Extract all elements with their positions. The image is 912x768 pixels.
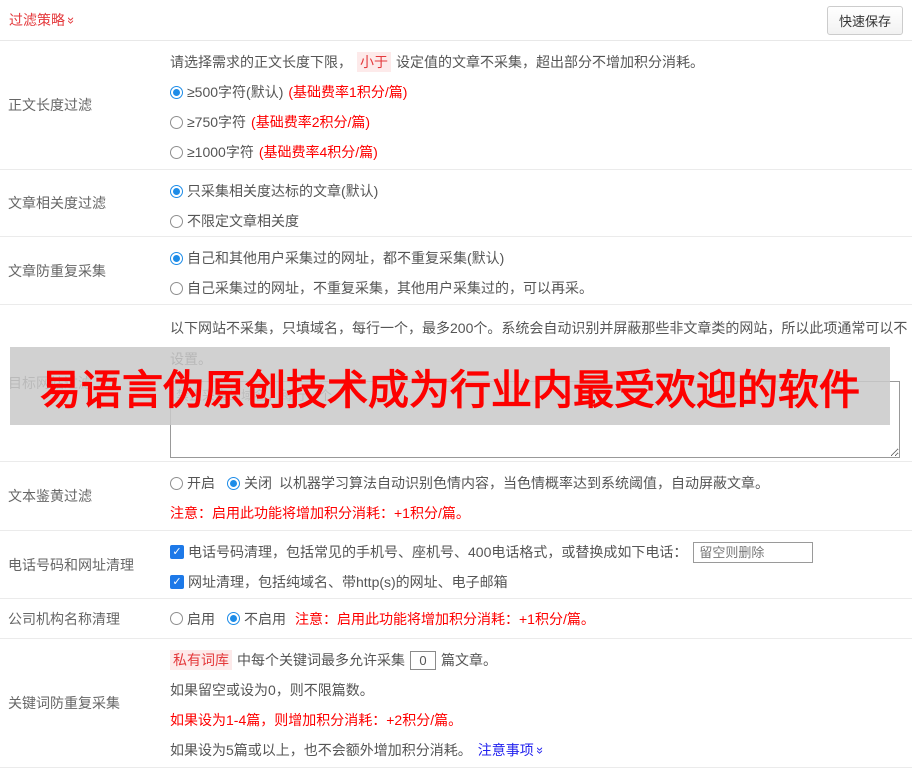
radio-icon[interactable] — [170, 214, 183, 228]
option-label: 自己和其他用户采集过的网址，都不重复采集(默认) — [187, 250, 505, 266]
radio-icon[interactable] — [170, 145, 183, 159]
dedup-option-self[interactable]: 自己采集过的网址，不重复采集，其他用户采集过的，可以再采。 — [170, 273, 908, 303]
row-label-porn-filter: 文本鉴黄过滤 — [8, 488, 92, 504]
porn-filter-desc: 以机器学习算法自动识别色情内容，当色情概率达到系统阈值，自动屏蔽文章。 — [279, 475, 769, 491]
company-clean-note: 注意：启用此功能将增加积分消耗：+1积分/篇。 — [295, 610, 595, 627]
row-keyword-dedup: 关键词防重复采集 私有词库 中每个关键词最多允许采集 篇文章。 如果留空或设为0… — [0, 639, 912, 768]
phone-clean-option[interactable]: 电话号码清理，包括常见的手机号、座机号、400电话格式，或替换成如下电话： — [170, 537, 908, 567]
private-thesaurus-tag: 私有词库 — [170, 650, 232, 670]
radio-selected-icon[interactable] — [227, 612, 240, 625]
url-clean-label: 网址清理，包括纯域名、带http(s)的网址、电子邮箱 — [188, 574, 508, 590]
url-clean-option[interactable]: 网址清理，包括纯域名、带http(s)的网址、电子邮箱 — [170, 567, 908, 597]
chevron-down-icon — [65, 16, 78, 23]
option-label: 不限定文章相关度 — [187, 213, 299, 229]
keyword-line2: 如果留空或设为0，则不限篇数。 — [170, 682, 374, 698]
intro-pre: 请选择需求的正文长度下限， — [170, 54, 352, 70]
option-fee-note: (基础费率2积分/篇) — [251, 114, 371, 130]
row-porn-filter: 文本鉴黄过滤 开启 关闭 以机器学习算法自动识别色情内容，当色情概率达到系统阈值… — [0, 462, 912, 531]
option-label: ≥1000字符 — [187, 144, 254, 160]
radio-selected-icon[interactable] — [170, 184, 183, 198]
company-option-off[interactable]: 不启用 — [244, 609, 286, 629]
row-label-phone-url: 电话号码和网址清理 — [8, 556, 134, 573]
radio-icon[interactable] — [170, 281, 183, 295]
max-articles-input[interactable] — [410, 650, 436, 670]
row-relevance-filter: 文章相关度过滤 只采集相关度达标的文章(默认) 不限定文章相关度 — [0, 170, 912, 237]
radio-icon[interactable] — [170, 115, 183, 129]
quick-save-button[interactable]: 快速保存 — [826, 5, 903, 35]
radio-selected-icon[interactable] — [170, 85, 183, 99]
row-label-keyword-dedup: 关键词防重复采集 — [8, 695, 120, 711]
option-fee-note: (基础费率4积分/篇) — [258, 144, 378, 160]
porn-option-off[interactable]: 关闭 — [244, 473, 272, 493]
row-dedup-collection: 文章防重复采集 自己和其他用户采集过的网址，都不重复采集(默认) 自己采集过的网… — [0, 237, 912, 305]
dedup-option-all[interactable]: 自己和其他用户采集过的网址，都不重复采集(默认) — [170, 243, 908, 273]
option-label: ≥750字符 — [187, 114, 247, 130]
length-option-750[interactable]: ≥750字符 (基础费率2积分/篇) — [170, 107, 908, 137]
row-label-length-filter: 正文长度过滤 — [8, 97, 92, 113]
row-label-relevance: 文章相关度过滤 — [8, 195, 106, 211]
keyword-line1-end: 篇文章。 — [441, 652, 497, 668]
length-option-500[interactable]: ≥500字符(默认) (基础费率1积分/篇) — [170, 77, 908, 107]
row-length-filter: 正文长度过滤 请选择需求的正文长度下限， 小于 设定值的文章不采集，超出部分不增… — [0, 41, 912, 170]
checkbox-checked-icon[interactable] — [170, 575, 184, 589]
replacement-phone-input[interactable] — [693, 541, 814, 563]
notice-link[interactable]: 注意事项 — [478, 740, 544, 760]
radio-selected-icon[interactable] — [227, 476, 240, 490]
option-label: 只采集相关度达标的文章(默认) — [187, 183, 379, 199]
row-label-dedup: 文章防重复采集 — [8, 262, 106, 279]
length-option-1000[interactable]: ≥1000字符 (基础费率4积分/篇) — [170, 137, 908, 167]
top-bar: 过滤策略 快速保存 — [0, 0, 912, 41]
chevron-down-icon — [534, 746, 547, 753]
watermark-text: 易语言伪原创技术成为行业内最受欢迎的软件 — [40, 367, 860, 413]
row-phone-url-clean: 电话号码和网址清理 电话号码清理，包括常见的手机号、座机号、400电话格式，或替… — [0, 531, 912, 599]
radio-selected-icon[interactable] — [170, 251, 183, 265]
intro-post: 设定值的文章不采集，超出部分不增加积分消耗。 — [396, 54, 704, 70]
radio-icon[interactable] — [170, 612, 183, 625]
porn-option-on[interactable]: 开启 — [187, 473, 215, 493]
keyword-line3-note: 如果设为1-4篇，则增加积分消耗：+2积分/篇。 — [170, 712, 463, 728]
page-title[interactable]: 过滤策略 — [9, 10, 75, 30]
row-label-company-clean: 公司机构名称清理 — [8, 610, 120, 627]
checkbox-checked-icon[interactable] — [170, 545, 184, 559]
option-label: ≥500字符(默认) — [187, 84, 284, 100]
keyword-line1-mid: 中每个关键词最多允许采集 — [237, 652, 405, 668]
notice-link-label: 注意事项 — [477, 742, 534, 758]
company-option-on[interactable]: 启用 — [187, 609, 215, 629]
relevance-option-unlimited[interactable]: 不限定文章相关度 — [170, 206, 908, 236]
watermark-banner: 易语言伪原创技术成为行业内最受欢迎的软件 — [10, 347, 890, 425]
porn-filter-note: 注意：启用此功能将增加积分消耗：+1积分/篇。 — [170, 505, 470, 521]
page-title-label: 过滤策略 — [9, 12, 65, 28]
row-company-clean: 公司机构名称清理 启用 不启用 注意：启用此功能将增加积分消耗：+1积分/篇。 — [0, 599, 912, 639]
radio-icon[interactable] — [170, 476, 183, 490]
relevance-option-default[interactable]: 只采集相关度达标的文章(默认) — [170, 176, 908, 206]
length-filter-intro: 请选择需求的正文长度下限， 小于 设定值的文章不采集，超出部分不增加积分消耗。 — [170, 47, 908, 77]
option-label: 自己采集过的网址，不重复采集，其他用户采集过的，可以再采。 — [187, 280, 593, 296]
keyword-line4: 如果设为5篇或以上，也不会额外增加积分消耗。 — [170, 742, 472, 758]
phone-clean-label: 电话号码清理，包括常见的手机号、座机号、400电话格式，或替换成如下电话： — [188, 544, 688, 560]
option-fee-note: (基础费率1积分/篇) — [288, 84, 408, 100]
less-than-tag: 小于 — [357, 52, 391, 72]
